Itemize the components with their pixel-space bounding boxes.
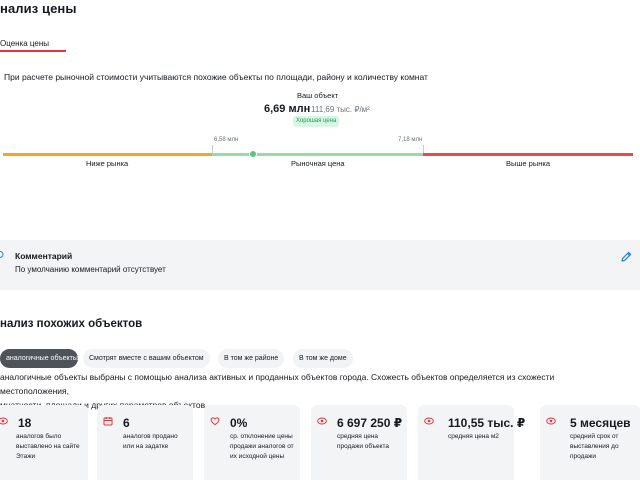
tick-label-right: 7,18 млн [398, 137, 423, 143]
price-bar-above-market [423, 153, 633, 156]
similar-analysis-title: нализ похожих объектов [0, 318, 143, 330]
chip-viewed-together[interactable]: Смотрят вместе с вашим объектом [83, 349, 210, 368]
eye-icon [546, 417, 556, 425]
stat-label: ср. отклонение цены продажи аналогов от … [230, 433, 294, 460]
your-object-price: 6,69 млн [264, 103, 311, 115]
heart-icon [210, 417, 220, 426]
stat-card-avg-sale-time: 5 месяцев средний срок от выставления до… [540, 405, 640, 480]
chip-same-district[interactable]: В том же районе [218, 349, 285, 368]
stat-value: 0% [230, 416, 248, 430]
stat-value: 5 месяцев [570, 416, 631, 430]
pencil-icon[interactable] [619, 250, 633, 264]
similar-info-line-1: аналогичные объекты выбраны с помощью ан… [0, 372, 555, 396]
stat-value: 6 697 250 ₽ [337, 416, 403, 430]
eye-icon [0, 417, 8, 425]
price-description: При расчете рыночной стоимости учитывают… [4, 72, 428, 82]
stat-label: средняя цена продажи объекта [337, 433, 390, 450]
price-bar-market [212, 153, 423, 156]
your-object-label: Ваш объект [297, 91, 339, 100]
comment-title: Комментарий [15, 251, 73, 261]
segment-label-low: Ниже рынка [86, 159, 129, 168]
stat-value: 110,55 тыс. ₽ [448, 416, 526, 430]
tab-price-estimate[interactable]: Оценка цены [0, 39, 49, 48]
segment-label-mid: Рыночная цена [291, 159, 345, 168]
stat-value: 18 [18, 416, 32, 430]
chip-similar-objects[interactable]: аналогичные объекты [0, 349, 78, 368]
info-icon [0, 251, 4, 258]
calendar-icon [103, 417, 113, 426]
stat-card-analogs-listed: 18 аналогов было выставлено на сайте Эта… [0, 405, 88, 480]
your-object-price-per-m2: 111,69 тыс. ₽/м² [311, 105, 370, 114]
good-price-badge: Хорошая цена [293, 116, 340, 127]
segment-label-high: Выше рынка [506, 159, 550, 168]
similar-info-line-2: мнатности, площади и других параметров о… [0, 400, 205, 410]
stat-label: средний срок от выставления до продажи [570, 433, 619, 460]
stat-label: аналогов продано или на задатке [123, 433, 178, 450]
tab-active-underline [0, 50, 66, 52]
comment-text: По умолчанию комментарий отсутствует [15, 265, 166, 274]
stat-value: 6 [123, 416, 130, 430]
eye-icon [424, 417, 434, 425]
price-analysis-title: нализ цены [0, 1, 77, 16]
stat-card-avg-price-m2: 110,55 тыс. ₽ средняя цена м2 [418, 405, 525, 480]
chip-same-building[interactable]: В том же доме [293, 349, 353, 368]
similar-info-text: аналогичные объекты выбраны с помощью ан… [0, 370, 612, 412]
stat-label: средняя цена м2 [448, 433, 499, 440]
stat-card-analogs-sold: 6 аналогов продано или на задатке [97, 405, 193, 480]
stat-card-price-deviation: 0% ср. отклонение цены продажи аналогов … [204, 405, 300, 480]
eye-icon [317, 417, 327, 425]
tick-label-left: 6,58 млн [214, 137, 239, 143]
stat-label: аналогов было выставлено на сайте Этажи [16, 433, 80, 460]
price-bar-below-market [3, 153, 212, 156]
your-price-marker [249, 150, 257, 158]
stat-card-avg-price: 6 697 250 ₽ средняя цена продажи объекта [311, 405, 407, 480]
